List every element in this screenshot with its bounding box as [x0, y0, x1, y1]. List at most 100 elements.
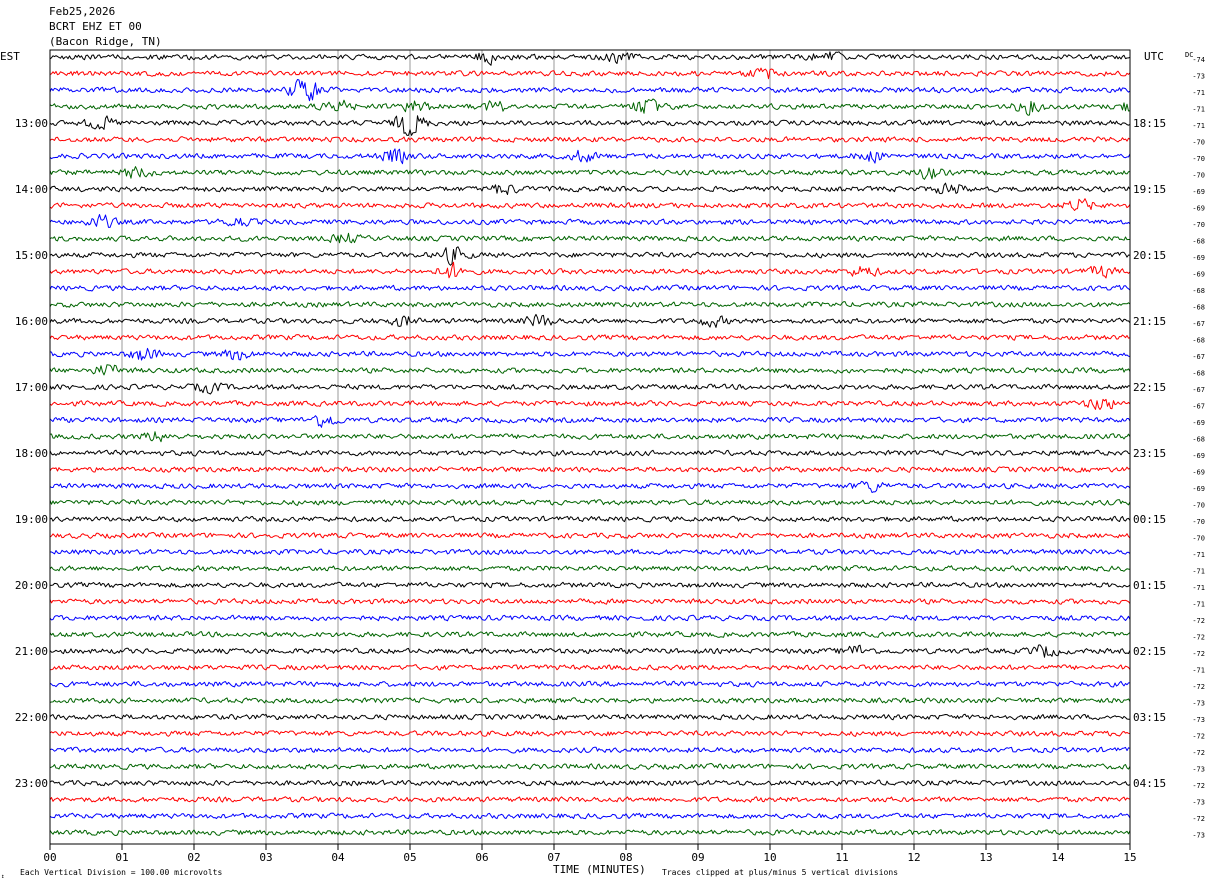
seismic-trace	[49, 812, 1131, 820]
plot-date: Feb25,2026	[49, 5, 115, 18]
x-tick-label: 14	[1051, 851, 1065, 864]
dc-offset-value: -70	[1192, 139, 1205, 147]
x-tick-label: 04	[331, 851, 345, 864]
seismic-trace	[49, 713, 1131, 721]
seismic-trace	[49, 431, 1131, 443]
seismic-trace	[49, 515, 1131, 523]
seismic-trace	[49, 730, 1131, 737]
dc-offset-value: -71	[1192, 89, 1205, 97]
dc-offset-value: -67	[1192, 353, 1205, 361]
hour-label-utc: 19:15	[1133, 183, 1166, 196]
x-tick-label: 02	[187, 851, 200, 864]
hour-label-utc: 01:15	[1133, 579, 1166, 592]
dc-offset-value: -68	[1192, 337, 1205, 345]
seismic-trace	[49, 746, 1131, 754]
hour-label-local: 15:00	[15, 249, 48, 262]
hour-label-utc: 00:15	[1133, 513, 1166, 526]
hour-label-utc: 22:15	[1133, 381, 1166, 394]
seismic-trace	[49, 598, 1131, 605]
seismic-trace	[49, 182, 1131, 195]
dc-offset-value: -71	[1192, 667, 1205, 675]
seismic-trace	[49, 763, 1131, 770]
station-location: (Bacon Ridge, TN)	[49, 35, 162, 48]
dc-offset-value: -71	[1192, 122, 1205, 130]
dc-offset-value: -73	[1192, 832, 1205, 840]
dc-offset-value: -71	[1192, 551, 1205, 559]
dc-offset-value: -69	[1192, 485, 1205, 493]
hour-label-local: 16:00	[15, 315, 48, 328]
hour-label-local: 14:00	[15, 183, 48, 196]
hour-label-local: 22:00	[15, 711, 48, 724]
hour-label-local: 18:00	[15, 447, 48, 460]
left-timezone-label: EST	[0, 50, 20, 63]
dc-offset-value: -67	[1192, 403, 1205, 411]
dc-offset-value: -71	[1192, 601, 1205, 609]
dc-offset-value: -72	[1192, 733, 1205, 741]
dc-offset-value: -70	[1192, 502, 1205, 510]
seismic-trace	[49, 347, 1131, 361]
dc-offset-value: -71	[1192, 584, 1205, 592]
hour-label-local: 13:00	[15, 117, 48, 130]
seismic-trace	[49, 301, 1131, 308]
dc-offset-value: -70	[1192, 535, 1205, 543]
scale-note: Each Vertical Division = 100.00 microvol…	[20, 868, 222, 877]
seismic-trace	[49, 532, 1131, 539]
dc-offset-value: -68	[1192, 304, 1205, 312]
dc-offset-value: -67	[1192, 320, 1205, 328]
x-tick-label: 12	[907, 851, 920, 864]
seismic-trace	[49, 246, 1131, 266]
dc-offset-value: -69	[1192, 419, 1205, 427]
dc-offset-value: -73	[1192, 700, 1205, 708]
hour-label-utc: 21:15	[1133, 315, 1166, 328]
seismic-trace	[49, 67, 1131, 80]
dc-offset-value: -72	[1192, 782, 1205, 790]
dc-offset-value: -71	[1192, 568, 1205, 576]
dc-offset-value: -73	[1192, 73, 1205, 81]
clip-note: Traces clipped at plus/minus 5 vertical …	[662, 868, 898, 877]
seismic-trace	[49, 466, 1131, 473]
seismic-trace	[49, 548, 1131, 556]
dc-offset-value: -69	[1192, 271, 1205, 279]
station-code: BCRT EHZ ET 00	[49, 20, 142, 33]
right-timezone-label: UTC	[1144, 50, 1164, 63]
dc-offset-value: -72	[1192, 683, 1205, 691]
seismic-trace	[49, 334, 1131, 341]
dc-offset-value: -74	[1192, 56, 1205, 64]
dc-offset-value: -69	[1192, 188, 1205, 196]
dc-offset-value: -69	[1192, 254, 1205, 262]
dc-offset-value: -71	[1192, 106, 1205, 114]
dc-offset-value: -70	[1192, 172, 1205, 180]
seismic-trace	[49, 565, 1131, 572]
seismic-trace	[49, 829, 1131, 836]
x-tick-label: 11	[835, 851, 848, 864]
seismic-trace	[49, 697, 1131, 704]
seismic-trace	[49, 284, 1131, 292]
corner-mark: ↕	[1, 873, 5, 880]
x-axis-title: TIME (MINUTES)	[553, 863, 646, 876]
seismic-trace	[49, 415, 1131, 428]
x-tick-label: 13	[979, 851, 992, 864]
x-axis-ticks: 00 01 02 03 04 05 06 07 08 09 10 11 12 13 14 15	[43, 844, 1137, 864]
x-tick-label: 05	[403, 851, 416, 864]
hour-label-local: 19:00	[15, 513, 48, 526]
seismic-trace	[49, 664, 1131, 671]
x-tick-label: 15	[1123, 851, 1136, 864]
seismic-trace	[49, 79, 1131, 102]
hour-label-utc: 04:15	[1133, 777, 1166, 790]
x-tick-label: 10	[763, 851, 776, 864]
seismic-trace	[49, 313, 1131, 328]
seismic-trace	[49, 614, 1131, 622]
x-tick-label: 00	[43, 851, 56, 864]
seismic-trace	[49, 98, 1131, 116]
dc-offset-value: -72	[1192, 634, 1205, 642]
seismic-traces	[49, 51, 1131, 836]
dc-offset-value: -68	[1192, 436, 1205, 444]
dc-offset-value: -67	[1192, 386, 1205, 394]
dc-offset-value: -69	[1192, 452, 1205, 460]
helicorder-chart: Feb25,2026 BCRT EHZ ET 00 (Bacon Ridge, …	[0, 5, 1205, 880]
dc-offset-value: -73	[1192, 716, 1205, 724]
seismic-trace	[49, 796, 1131, 803]
hour-label-local: 20:00	[15, 579, 48, 592]
dc-offset-value: -68	[1192, 370, 1205, 378]
x-tick-label: 01	[115, 851, 128, 864]
